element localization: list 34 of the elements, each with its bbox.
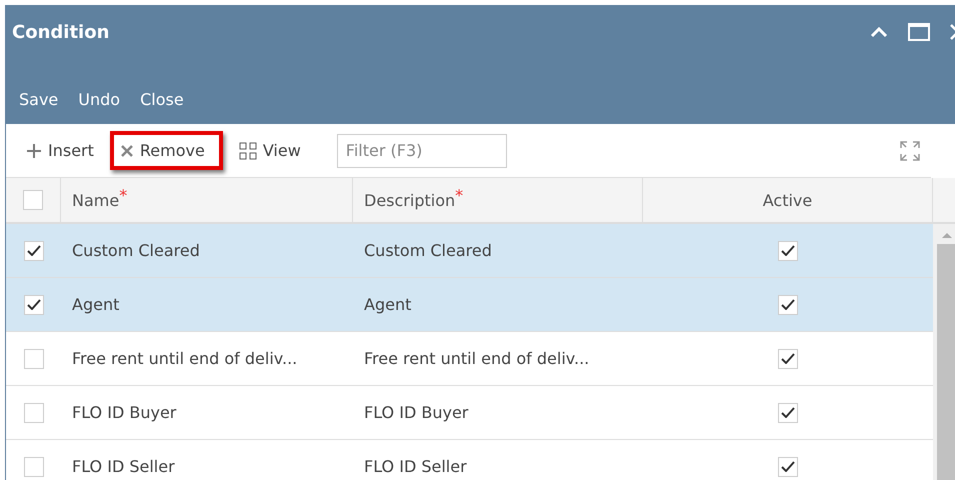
column-header[interactable]: Active: [643, 178, 933, 224]
active-checkbox[interactable]: [778, 348, 798, 368]
expand-icon[interactable]: [899, 140, 921, 162]
table-cell: Agent: [61, 278, 353, 332]
column-header[interactable]: Description*: [353, 178, 643, 224]
scrollbar-thumb[interactable]: [937, 244, 955, 480]
column-header[interactable]: Name*: [61, 178, 353, 224]
close-icon: [120, 144, 134, 158]
grid-icon: [238, 142, 257, 160]
menu-item[interactable]: Undo: [71, 86, 128, 112]
required-mark: *: [119, 186, 128, 204]
maximize-icon[interactable]: [908, 23, 930, 41]
table-cell: Agent: [353, 278, 643, 332]
active-checkbox[interactable]: [778, 402, 798, 422]
active-checkbox[interactable]: [778, 240, 798, 260]
filter-field[interactable]: Filter (F3): [336, 134, 507, 168]
row-checkbox[interactable]: [24, 240, 44, 260]
required-mark: *: [455, 186, 464, 204]
select-all-checkbox[interactable]: [23, 190, 43, 210]
caret-up-icon[interactable]: [870, 26, 888, 38]
window-title: Condition: [12, 22, 110, 42]
table-cell: Custom Cleared: [61, 224, 353, 278]
row-checkbox[interactable]: [24, 456, 44, 476]
row-checkbox[interactable]: [24, 402, 44, 422]
row-checkbox[interactable]: [24, 348, 44, 368]
menu-item[interactable]: Close: [133, 86, 191, 112]
highlighted-toolbar-button[interactable]: Remove: [110, 131, 223, 170]
menu-item[interactable]: Save: [12, 86, 66, 112]
active-checkbox[interactable]: [778, 456, 798, 476]
scrollbar[interactable]: [933, 224, 955, 480]
plus-icon: [26, 142, 42, 158]
active-checkbox[interactable]: [778, 294, 798, 314]
row-checkbox[interactable]: [24, 294, 44, 314]
table-cell: Custom Cleared: [353, 224, 643, 278]
